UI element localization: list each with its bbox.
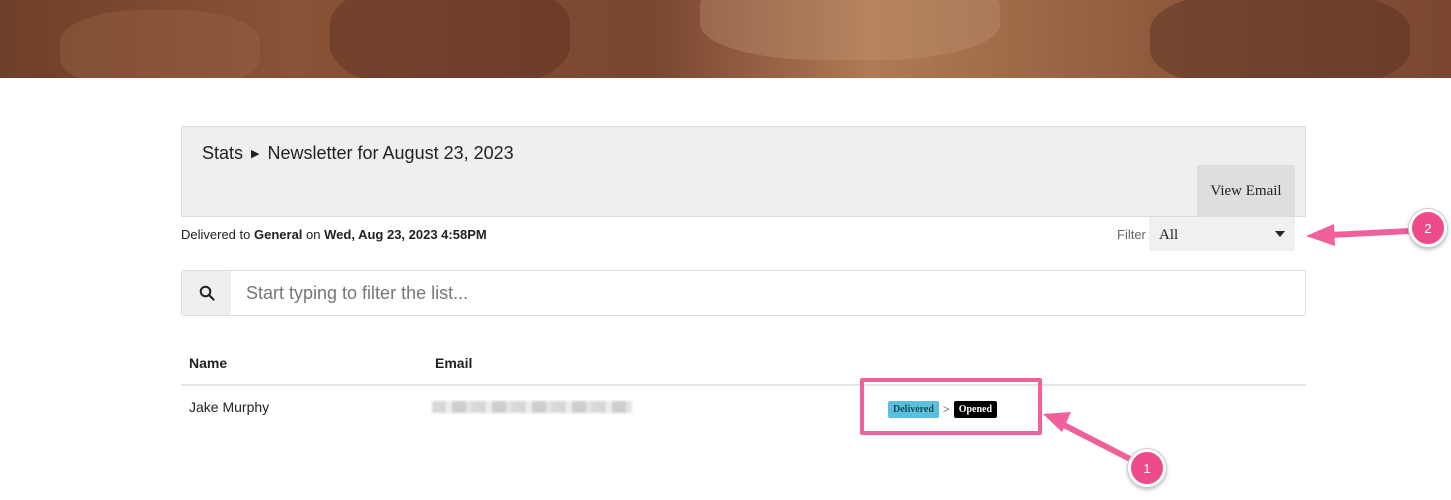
filter-dropdown[interactable]: All — [1149, 217, 1295, 251]
delivery-datetime: Wed, Aug 23, 2023 4:58PM — [324, 227, 487, 242]
hero-shape — [60, 10, 260, 78]
delivery-prefix: Delivered to — [181, 227, 251, 242]
breadcrumb: Stats ▶ Newsletter for August 23, 2023 — [202, 143, 514, 164]
search-bar — [181, 270, 1306, 316]
filter-label: Filter — [1117, 227, 1146, 242]
column-header-email[interactable]: Email — [435, 355, 472, 371]
annotation-marker-1: 1 — [1128, 449, 1166, 487]
row-name: Jake Murphy — [189, 399, 270, 415]
annotation-arrowhead-1 — [1043, 412, 1071, 432]
annotation-arrow-1 — [1057, 420, 1135, 463]
hero-shape — [1150, 0, 1410, 78]
annotation-marker-2: 2 — [1409, 209, 1447, 247]
stats-header-panel: Stats ▶ Newsletter for August 23, 2023 V… — [181, 126, 1306, 217]
annotation-arrow-2 — [1327, 228, 1413, 238]
hero-shape — [330, 0, 570, 78]
table-divider — [181, 384, 1306, 386]
caret-right-icon: ▶ — [251, 148, 260, 160]
filter-selected-value: All — [1159, 227, 1179, 243]
hero-banner — [0, 0, 1451, 78]
annotation-highlight-box — [860, 378, 1042, 435]
search-icon — [182, 271, 231, 315]
column-header-name[interactable]: Name — [189, 355, 227, 371]
caret-down-icon — [1275, 231, 1285, 237]
delivery-info: Delivered to General on Wed, Aug 23, 202… — [181, 227, 487, 242]
breadcrumb-current: Newsletter for August 23, 2023 — [267, 143, 514, 163]
delivery-on: on — [306, 227, 321, 242]
search-input[interactable] — [231, 271, 1305, 315]
annotation-arrowhead-2 — [1306, 224, 1335, 246]
breadcrumb-stats-link[interactable]: Stats — [202, 143, 243, 164]
row-email-redacted — [432, 401, 632, 413]
delivery-list: General — [254, 227, 303, 242]
view-email-button[interactable]: View Email — [1197, 165, 1295, 217]
hero-shape — [700, 0, 1000, 60]
